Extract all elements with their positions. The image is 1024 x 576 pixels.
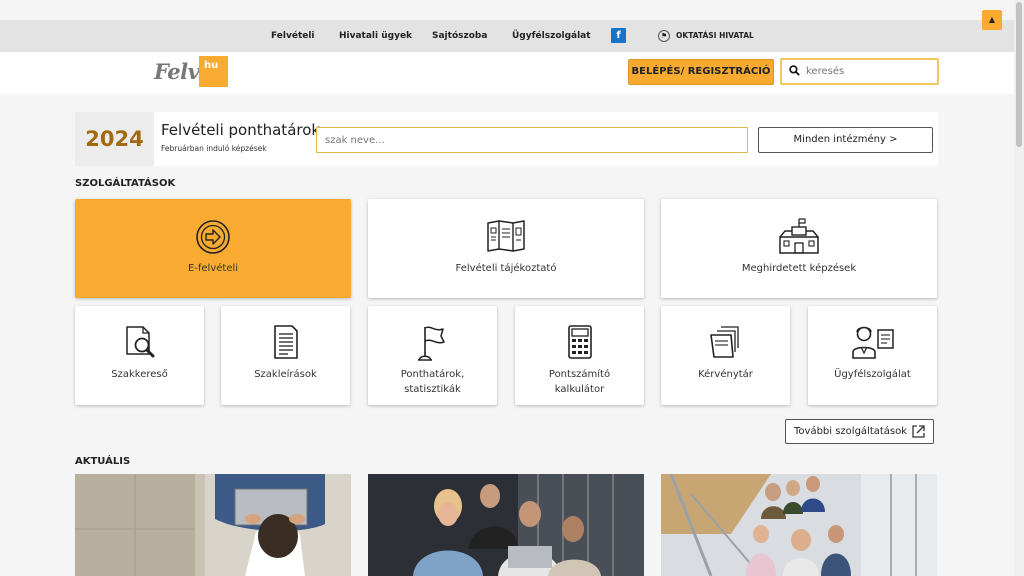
all-institutions-button[interactable]: Minden intézmény > bbox=[758, 127, 933, 153]
service-card-kervenytar[interactable]: Kérvénytár bbox=[661, 306, 790, 405]
more-services-button[interactable]: További szolgáltatások bbox=[785, 419, 934, 444]
news-image-students-stairs[interactable] bbox=[368, 474, 644, 576]
search-icon bbox=[789, 65, 800, 76]
service-card-label: Meghirdetett képzések bbox=[741, 263, 857, 274]
arrow-circle-icon bbox=[196, 220, 230, 254]
ponthatarok-subtitle: Februárban induló képzések bbox=[161, 144, 267, 153]
external-link-icon bbox=[912, 425, 925, 438]
customer-service-icon bbox=[851, 326, 894, 359]
service-card-ugyfelszolgalat[interactable]: Ügyfélszolgálat bbox=[808, 306, 937, 405]
back-to-top-button[interactable]: ▲ bbox=[982, 10, 1002, 30]
site-header: Felvi hu BELÉPÉS/ REGISZTRÁCIÓ bbox=[0, 52, 1014, 94]
ponthatarok-panel: 2024 Felvételi ponthatárok Februárban in… bbox=[75, 112, 938, 166]
news-photo bbox=[368, 474, 644, 576]
calculator-icon bbox=[567, 325, 592, 359]
oktatasi-hivatal-label: OKTATÁSI HIVATAL bbox=[676, 31, 754, 40]
document-list-icon bbox=[273, 325, 298, 359]
login-register-button[interactable]: BELÉPÉS/ REGISZTRÁCIÓ bbox=[628, 59, 774, 85]
oktatasi-hivatal-logo-icon: ⚑ bbox=[658, 30, 670, 42]
service-card-label: Szakkereső bbox=[111, 369, 168, 380]
service-card-szakleirasok[interactable]: Szakleírások bbox=[221, 306, 350, 405]
service-card-e-felveteli[interactable]: E-felvételi bbox=[75, 199, 351, 298]
nav-link-ugyfelszolgalat[interactable]: Ügyfélszolgálat bbox=[512, 20, 591, 52]
service-card-label: Ponthatárok, statisztikák bbox=[400, 369, 465, 395]
more-services-label: További szolgáltatások bbox=[794, 426, 908, 437]
service-card-felveteli-tajekoztato[interactable]: Felvételi tájékoztató bbox=[368, 199, 644, 298]
news-heading: AKTUÁLIS bbox=[75, 456, 131, 467]
services-heading: SZOLGÁLTATÁSOK bbox=[75, 178, 176, 189]
search-box bbox=[780, 58, 939, 85]
service-card-label: Felvételi tájékoztató bbox=[455, 263, 557, 274]
map-brochure-icon bbox=[487, 220, 525, 252]
top-navigation: Felvételi Hivatali ügyek Sajtószoba Ügyf… bbox=[0, 20, 1014, 52]
scrollbar-thumb[interactable] bbox=[1016, 2, 1022, 147]
ponthatarok-year: 2024 bbox=[75, 112, 154, 166]
service-card-label: Kérvénytár bbox=[698, 369, 753, 380]
service-card-label: E-felvételi bbox=[187, 263, 239, 274]
facebook-icon[interactable]: f bbox=[611, 28, 626, 43]
news-photo bbox=[661, 474, 937, 576]
service-card-ponthatarok-statisztikak[interactable]: Ponthatárok, statisztikák bbox=[368, 306, 497, 405]
service-card-label: Pontszámító kalkulátor bbox=[548, 369, 611, 395]
service-card-pontszamito-kalkulator[interactable]: Pontszámító kalkulátor bbox=[515, 306, 644, 405]
flag-icon bbox=[417, 326, 445, 361]
service-card-label: Szakleírások bbox=[254, 369, 317, 380]
service-card-meghirdetett-kepzesek[interactable]: Meghirdetett képzések bbox=[661, 199, 937, 298]
nav-link-sajtoszoba[interactable]: Sajtószoba bbox=[432, 20, 487, 52]
folder-documents-icon bbox=[709, 326, 739, 358]
service-card-szakkereso[interactable]: Szakkereső bbox=[75, 306, 204, 405]
university-building-icon bbox=[779, 218, 819, 254]
major-name-input[interactable] bbox=[316, 127, 748, 153]
news-photo bbox=[75, 474, 351, 576]
logo-suffix: hu bbox=[199, 56, 228, 87]
page-scrollbar[interactable] bbox=[1014, 0, 1024, 576]
nav-link-hivatali-ugyek[interactable]: Hivatali ügyek bbox=[339, 20, 412, 52]
document-search-icon bbox=[125, 326, 154, 358]
nav-link-felveteli[interactable]: Felvételi bbox=[271, 20, 315, 52]
search-input[interactable] bbox=[806, 63, 934, 80]
ponthatarok-title: Felvételi ponthatárok bbox=[161, 121, 321, 139]
oktatasi-hivatal-link[interactable]: ⚑ OKTATÁSI HIVATAL bbox=[658, 29, 754, 43]
news-image-group-photo[interactable] bbox=[661, 474, 937, 576]
service-card-label: Ügyfélszolgálat bbox=[834, 369, 911, 380]
news-image-student-laptop[interactable] bbox=[75, 474, 351, 576]
